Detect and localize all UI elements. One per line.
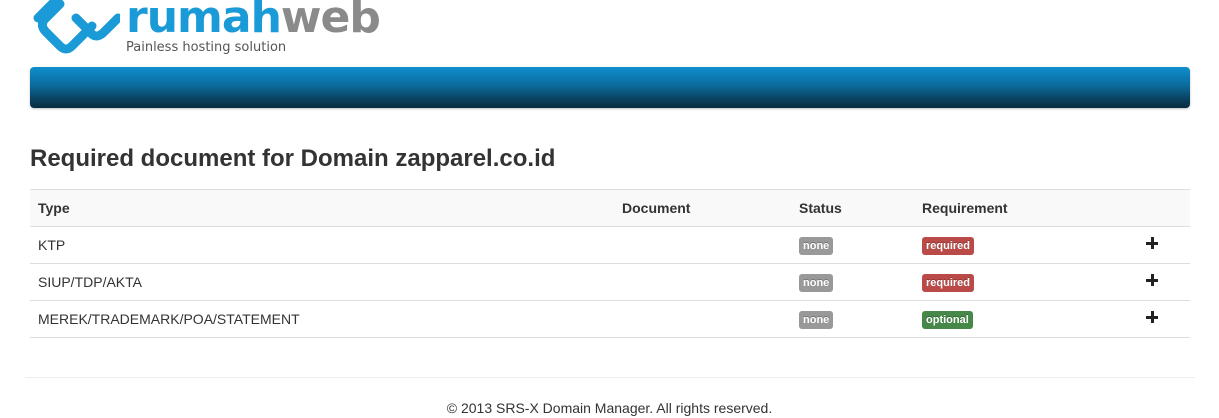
page: rumahweb Painless hosting solution Requi… — [0, 0, 1219, 418]
status-badge: none — [799, 273, 834, 292]
row-type: SIUP/TDP/AKTA — [30, 263, 614, 301]
row-status: none — [791, 300, 914, 338]
brand-logo[interactable]: rumahweb Painless hosting solution — [30, 0, 381, 60]
header-status: Status — [791, 189, 914, 227]
row-document — [614, 263, 791, 301]
footer-divider — [25, 377, 1195, 378]
top-navbar — [30, 67, 1190, 108]
row-requirement: required — [914, 226, 1133, 264]
table-row: MEREK/TRADEMARK/POA/STATEMENT none optio… — [30, 300, 1190, 338]
rumahweb-logo-icon — [33, 0, 120, 54]
table-row: SIUP/TDP/AKTA none required — [30, 263, 1190, 301]
header-document: Document — [614, 189, 791, 227]
requirement-badge: required — [922, 273, 975, 292]
header-action — [1133, 189, 1190, 227]
plus-icon[interactable] — [1146, 274, 1160, 288]
row-document — [614, 226, 791, 264]
brand-tagline: Painless hosting solution — [126, 40, 287, 55]
row-action — [1133, 300, 1190, 338]
brand-name-part2: web — [280, 0, 381, 43]
required-documents-table: Type Document Status Requirement KTP non… — [30, 189, 1190, 338]
row-requirement: optional — [914, 300, 1133, 338]
brand-name-part1: rumah — [126, 0, 282, 43]
table-header-row: Type Document Status Requirement — [30, 189, 1190, 227]
table-row: KTP none required — [30, 226, 1190, 264]
row-action — [1133, 226, 1190, 264]
status-badge: none — [799, 236, 834, 255]
row-status: none — [791, 226, 914, 264]
row-action — [1133, 263, 1190, 301]
header-requirement: Requirement — [914, 189, 1133, 227]
plus-icon[interactable] — [1146, 237, 1160, 251]
requirement-badge: required — [922, 236, 975, 255]
status-badge: none — [799, 310, 834, 329]
row-type: KTP — [30, 226, 614, 264]
row-document — [614, 300, 791, 338]
plus-icon[interactable] — [1146, 311, 1160, 325]
footer-copyright: © 2013 SRS-X Domain Manager. All rights … — [446, 400, 773, 416]
row-status: none — [791, 263, 914, 301]
requirement-badge: optional — [922, 310, 973, 329]
row-requirement: required — [914, 263, 1133, 301]
header-type: Type — [30, 189, 614, 227]
page-title: Required document for Domain zapparel.co… — [30, 145, 556, 172]
row-type: MEREK/TRADEMARK/POA/STATEMENT — [30, 300, 614, 338]
